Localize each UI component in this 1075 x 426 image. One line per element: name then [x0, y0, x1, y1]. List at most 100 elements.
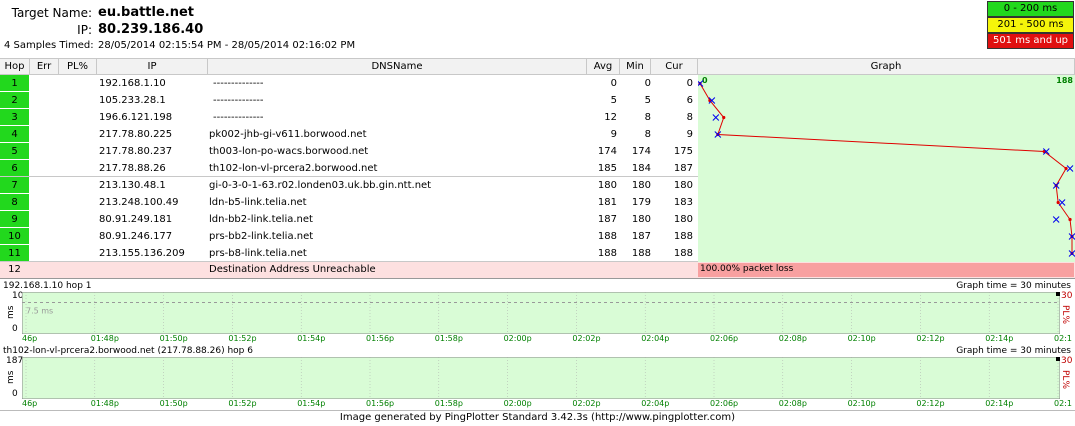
column-err[interactable]: Err [30, 58, 59, 75]
legend-item-3: 501 ms and up [987, 33, 1074, 49]
timeline1-y-unit: ms [6, 305, 16, 319]
hop-cur: 6 [686, 95, 693, 106]
hop-avg: 5 [610, 95, 617, 106]
timeline2-pl-unit: PL% [1060, 370, 1070, 389]
hop-cur: 188 [673, 231, 693, 242]
timeline2-graph-time: Graph time = 30 minutes [956, 346, 1071, 356]
time-tick-label: 01:54p [297, 399, 326, 408]
hop-cur: 187 [673, 163, 693, 174]
column-divider [208, 75, 209, 262]
time-tick-label: 02:10p [847, 399, 876, 408]
hop-dnsname: -------------- [213, 95, 264, 106]
time-tick-label: 46p [22, 399, 38, 408]
hop-min: 0 [644, 78, 651, 89]
divider [0, 278, 1075, 279]
hop-min: 180 [631, 180, 651, 191]
time-tick-label: 01:52p [228, 334, 257, 343]
hop-ip: 196.6.121.198 [99, 112, 173, 123]
timeline1-y-min: 0 [12, 324, 18, 334]
timeline-background [22, 292, 1060, 334]
graph-background [698, 75, 1075, 262]
hop-number: 6 [0, 160, 29, 177]
hop-number: 8 [0, 194, 29, 211]
hop-min: 180 [631, 214, 651, 225]
graph-scale-max: 188 [1056, 76, 1073, 85]
hop-number-12: 12 [8, 264, 21, 275]
hop-avg: 174 [597, 146, 617, 157]
pingplotter-window: Target Name: eu.battle.net IP: 80.239.18… [0, 0, 1075, 426]
time-tick-label: 01:48p [90, 399, 119, 408]
avg-point [722, 115, 726, 120]
timeline1-title: 192.168.1.10 hop 1 [3, 281, 92, 291]
time-tick-label: 01:52p [228, 399, 257, 408]
hop-ip: 80.91.246.177 [99, 231, 173, 242]
hop-cur: 9 [686, 129, 693, 140]
time-tick-label: 02:02p [572, 334, 601, 343]
hop-dnsname: prs-bb2-link.telia.net [209, 231, 314, 242]
hop-min: 187 [631, 231, 651, 242]
ip-value: 80.239.186.40 [98, 22, 204, 37]
hop-ip: 105.233.28.1 [99, 95, 166, 106]
hop-min: 184 [631, 163, 651, 174]
hop-dnsname: pk002-jhb-gi-v611.borwood.net [209, 129, 367, 140]
time-tick-label: 01:56p [366, 399, 395, 408]
ip-label: IP: [77, 23, 92, 37]
target-name-value: eu.battle.net [98, 5, 195, 20]
hop-dnsname: th003-lon-po-wacs.borwood.net [209, 146, 369, 157]
column-dnsname[interactable]: DNSName [208, 58, 587, 75]
time-tick-label: 02:08p [778, 399, 807, 408]
timeline2-y-max: 187 [6, 356, 24, 366]
legend-item-1: 0 - 200 ms [987, 1, 1074, 17]
time-tick-label: 02:06p [710, 334, 739, 343]
hop-avg: 9 [610, 129, 617, 140]
hop-cur: 180 [673, 214, 693, 225]
time-tick-label: 02:12p [916, 399, 945, 408]
timeline1-graph: 7.5 ms [22, 292, 1060, 334]
time-tick-label: 02:10p [847, 334, 876, 343]
column-hop[interactable]: Hop [0, 58, 30, 75]
column-graph[interactable]: Graph [698, 58, 1075, 75]
unreachable-message: Destination Address Unreachable [209, 264, 376, 275]
hop-cur: 175 [673, 146, 693, 157]
hop-number: 3 [0, 109, 29, 126]
hop-cur: 188 [673, 248, 693, 259]
hop-ip: 213.248.100.49 [99, 197, 179, 208]
hop-avg: 188 [597, 248, 617, 259]
hop-min: 8 [644, 129, 651, 140]
time-tick-label: 01:58p [434, 334, 463, 343]
hop-avg: 187 [597, 214, 617, 225]
hop-avg: 181 [597, 197, 617, 208]
timeline-latest-sample [1056, 357, 1060, 361]
hop-number: 9 [0, 211, 29, 228]
hop-number: 11 [0, 245, 29, 262]
column-divider [587, 75, 588, 262]
column-divider [620, 75, 621, 262]
column-avg[interactable]: Avg [587, 58, 620, 75]
hop-ip: 80.91.249.181 [99, 214, 173, 225]
time-tick-label: 02:04p [641, 334, 670, 343]
time-tick-label: 02:02p [572, 399, 601, 408]
time-tick-label: 02:08p [778, 334, 807, 343]
time-tick-label: 01:58p [434, 399, 463, 408]
time-tick-label: 01:56p [366, 334, 395, 343]
hop-cur: 0 [686, 78, 693, 89]
column-min[interactable]: Min [620, 58, 651, 75]
time-tick-label: 01:50p [159, 334, 188, 343]
packet-loss-label: 100.00% packet loss [700, 264, 794, 274]
timeline2-pl-max: 30 [1061, 356, 1073, 366]
time-tick-label: 02:14p [985, 334, 1014, 343]
hop-avg: 185 [597, 163, 617, 174]
hop-number: 2 [0, 92, 29, 109]
timeline-latest-sample [1056, 292, 1060, 296]
time-tick-label: 02:00p [503, 334, 532, 343]
timeline2-graph [22, 357, 1060, 399]
hop-cur: 183 [673, 197, 693, 208]
hop-dnsname: th102-lon-vl-prcera2.borwood.net [209, 163, 378, 174]
footer-credit: Image generated by PingPlotter Standard … [339, 412, 736, 423]
column-cur[interactable]: Cur [651, 58, 698, 75]
hop-ip: 213.155.136.209 [99, 248, 185, 259]
column-ip[interactable]: IP [97, 58, 208, 75]
column-divider [30, 75, 31, 262]
timeline2-y-min: 0 [12, 389, 18, 399]
column-pl[interactable]: PL% [59, 58, 97, 75]
